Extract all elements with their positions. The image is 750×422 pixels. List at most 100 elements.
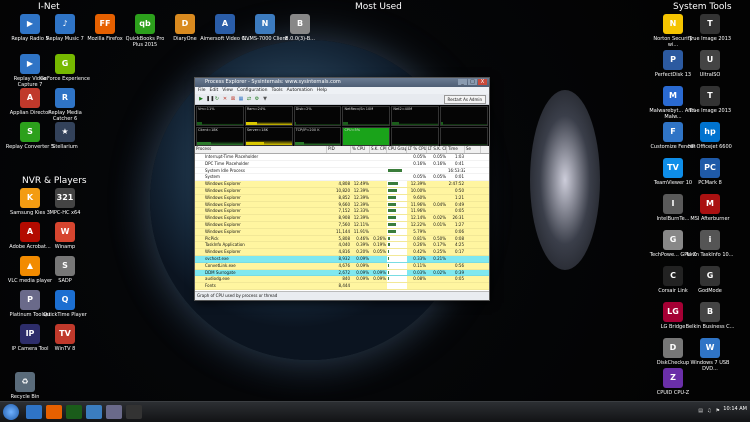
desktop-icon-trueimage13[interactable]: T True Image 2013 — [685, 14, 735, 42]
desktop-icon-tasklnfo[interactable]: i Iarsn TaskInfo 10... — [685, 230, 735, 258]
process-grid[interactable]: ProcessPID% CPUS.K. CPUCPU GraphLT % CPU… — [195, 146, 489, 292]
column-header[interactable]: LT S.K. CPU — [427, 146, 447, 153]
kill-icon[interactable]: ⊠ — [230, 96, 236, 102]
clock[interactable]: 10:14 AM — [723, 406, 747, 412]
meter-8[interactable]: TCP/IP=200 K — [293, 126, 342, 146]
table-row[interactable]: Windows Explorer 4,816 0.20% 0.05% 0.42% 0.25… — [195, 249, 489, 256]
desktop-icon-win7usb[interactable]: W Windows 7 USB DVD... — [685, 338, 735, 372]
network-icon[interactable]: ▤ — [698, 408, 703, 414]
maximize-button[interactable]: □ — [468, 79, 477, 85]
desktop-icon-wintv[interactable]: TV WinTV 8 — [40, 324, 90, 352]
desktop-icon-quicktime[interactable]: Q QuickTime Player — [40, 290, 90, 318]
table-row[interactable]: System 0.05% 0.05% 0:01 — [195, 174, 489, 182]
table-row[interactable]: DPC Time Placeholder 0.16% 0.16% 0:41 — [195, 160, 489, 168]
table-row[interactable]: Windows Explorer 7,152 12.33% 11.96% 0:05 — [195, 208, 489, 216]
settings-icon[interactable]: ⚙ — [254, 96, 260, 102]
desktop-icon-pcmark[interactable]: PC PCMark 8 — [685, 158, 735, 186]
pause-icon[interactable]: ❚❚ — [206, 96, 214, 102]
process-explorer-window[interactable]: Process Explorer - Sysinternals: www.sys… — [194, 77, 490, 301]
menu-view[interactable]: View — [222, 87, 233, 94]
table-row[interactable]: DDM Surrogate 2,672 0.09% 0.09% 0.03% 0.02% 0:… — [195, 269, 489, 277]
desktop-icon-godmode[interactable]: G GodMode — [685, 266, 735, 294]
desktop-icon-winamp[interactable]: W Winamp — [40, 222, 90, 250]
meter-9[interactable]: CPU=5% — [342, 126, 391, 146]
desktop-icon-belkin[interactable]: B Belkin Business C... — [685, 302, 735, 330]
desktop-icon-ultraiso[interactable]: U UltraISO — [685, 50, 735, 78]
meter-6[interactable]: Client=18K — [196, 126, 244, 146]
column-header[interactable]: CPU Graph — [387, 146, 407, 153]
column-header[interactable]: S.K. CPU — [370, 146, 387, 153]
menu-help[interactable]: Help — [317, 87, 327, 94]
filter-icon[interactable]: ▼ — [262, 96, 268, 102]
column-header[interactable]: Se — [465, 146, 481, 153]
desktop-icon-mpc[interactable]: 321 MPC-HC x64 — [40, 188, 90, 216]
table-row[interactable]: Windows Explorer 10,820 12.39% 10.00% 0:50 — [195, 187, 489, 195]
table-row[interactable]: Windows Explorer 8,908 12.39% 12.14% 0.02% 26… — [195, 215, 489, 222]
table-row[interactable]: Windows Explorer 11,144 11.91% 5.79% 0:06 — [195, 228, 489, 236]
meter-1[interactable]: Ram=24% — [244, 106, 293, 126]
menu-edit[interactable]: Edit — [210, 87, 219, 94]
table-row[interactable]: System Idle Process 16:53:32 — [195, 167, 489, 175]
desktop-icon-geforce[interactable]: G GeForce Experience — [40, 54, 90, 82]
table-row[interactable]: ConvetLink.exe 4,676 0.09% 0.11% 0:56 — [195, 262, 489, 270]
cell-name: Windows Explorer — [205, 249, 241, 255]
meter-10[interactable] — [391, 126, 440, 146]
desktop-icon-recycle[interactable]: ♻ Recycle Bin — [0, 372, 50, 400]
meter-2[interactable]: Disk=2% — [293, 106, 342, 126]
desktop-icon-replay-media[interactable]: R Replay Media Catcher 6 — [40, 88, 90, 122]
taskbar-app-icon[interactable] — [126, 405, 142, 419]
meter-7[interactable]: Server=18K — [244, 126, 293, 146]
sync-icon[interactable]: ⇄ — [246, 96, 252, 102]
meter-3[interactable]: NetRecv/Sn 10M — [342, 106, 391, 126]
meter-4[interactable]: Net2=40M — [391, 106, 440, 126]
menu-file[interactable]: File — [198, 87, 206, 94]
table-row[interactable]: Windows Explorer 7,560 12.11% 12.22% 0.01% 1:… — [195, 221, 489, 229]
desktop-icon-msi[interactable]: M MSI Afterburner — [685, 194, 735, 222]
column-header[interactable]: LT % CPU — [407, 146, 427, 153]
minimize-button[interactable]: _ — [458, 79, 467, 85]
table-row[interactable]: TaskInfo Application 4,040 0.39% 0.19% 0.26%… — [195, 242, 489, 250]
column-header[interactable]: % CPU — [351, 146, 370, 153]
table-row[interactable]: svchost.exe 8,932 0.09% 0.33% 0.21% — [195, 255, 489, 263]
table-row[interactable]: audiodg.exe 840 0.09% 0.09% 0.08% 0:05 — [195, 276, 489, 284]
menu-automation[interactable]: Automation — [287, 87, 313, 94]
taskbar-app-icon[interactable] — [66, 405, 82, 419]
table-row[interactable]: PicPick 5,808 0.46% 0.26% 0.81% 0.50% 0:08 — [195, 235, 489, 243]
menu-tools[interactable]: Tools — [271, 87, 282, 94]
refresh-icon[interactable]: ↻ — [214, 96, 220, 102]
play-icon[interactable]: ▶ — [198, 96, 204, 102]
table-row[interactable]: Fonts 8,444 — [195, 283, 489, 290]
desktop-icon-bb[interactable]: B B.0.0(3)-B... — [275, 14, 325, 42]
close-button[interactable]: X — [478, 79, 487, 85]
column-header[interactable]: Process — [195, 146, 327, 153]
desktop-icon-hpofficejet[interactable]: hp HP Officejet 6600 — [685, 122, 735, 150]
taskbar-app-icon[interactable] — [106, 405, 122, 419]
properties-icon[interactable]: ▦ — [238, 96, 244, 102]
meter-0[interactable]: Vm=11% — [196, 106, 244, 126]
start-button[interactable] — [3, 404, 19, 420]
restart-as-admin-button[interactable]: Restart As Admin — [443, 95, 486, 104]
desktop-icon-cpuz[interactable]: Z CPUID CPU-Z — [648, 368, 698, 396]
menu-configuration[interactable]: Configuration — [237, 87, 268, 94]
meter-5[interactable] — [440, 106, 488, 126]
table-row[interactable]: Interrupt-Time Placeholder 0.05% 0.05% 1:03 — [195, 154, 489, 161]
volume-icon[interactable]: ♫ — [707, 408, 711, 414]
cell-sk — [370, 168, 387, 174]
taskbar-app-icon[interactable] — [86, 405, 102, 419]
meter-11[interactable] — [440, 126, 488, 146]
trueimage13b-icon: T — [700, 86, 720, 106]
desktop-icon-sadp[interactable]: S SADP — [40, 256, 90, 284]
desktop-icon-trueimage13b[interactable]: T True Image 2013 — [685, 86, 735, 114]
close-process-icon[interactable]: ✕ — [222, 96, 228, 102]
taskbar-app-icon[interactable] — [46, 405, 62, 419]
taskbar-app-icon[interactable] — [26, 405, 42, 419]
cell-sk — [370, 222, 387, 228]
table-row[interactable]: Windows Explorer 4,808 12.49% 12.39% 2:47:52 — [195, 181, 489, 188]
flag-icon[interactable]: ⚑ — [716, 408, 720, 414]
table-row[interactable]: Windows Explorer 8,852 12.39% 9.60% 1:21 — [195, 194, 489, 202]
column-header[interactable]: PID — [327, 146, 351, 153]
window-titlebar[interactable]: Process Explorer - Sysinternals: www.sys… — [195, 78, 489, 87]
column-header[interactable]: Time — [447, 146, 465, 153]
desktop-icon-stellarium[interactable]: ★ Stellarium — [40, 122, 90, 150]
table-row[interactable]: Windows Explorer 9,660 12.39% 11.96% 0.04% 0:… — [195, 201, 489, 209]
